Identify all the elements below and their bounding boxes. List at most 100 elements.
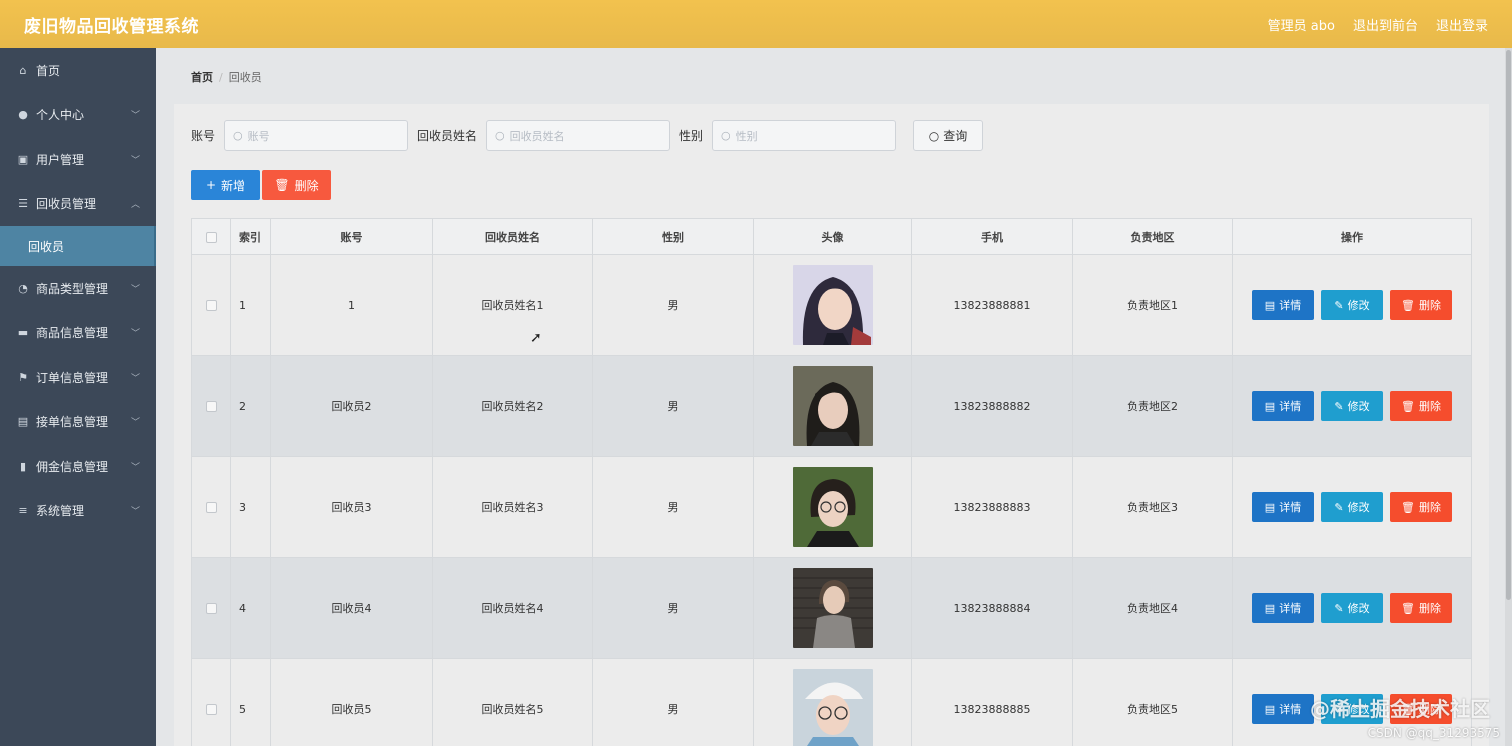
detail-button[interactable]: ▤ 详情 <box>1252 391 1314 421</box>
cell-phone: 13823888885 <box>911 658 1073 746</box>
sidebar-subitem-recycler[interactable]: 回收员 <box>0 226 156 266</box>
account-search-input[interactable]: ○ 账号 <box>224 120 409 151</box>
cell-gender: 男 <box>592 557 754 659</box>
table-row: 1 1 回收员姓名1 男 13823888881 负责地区1 ▤ 详情 ✎ 修改… <box>191 254 1472 356</box>
sidebar-item-personal-center[interactable]: ● 个人中心 ﹀ <box>0 93 156 138</box>
detail-label: 详情 <box>1279 703 1302 716</box>
breadcrumb-home[interactable]: 首页 <box>191 71 213 84</box>
row-checkbox[interactable] <box>205 502 217 513</box>
delete-button[interactable]: 🗑 删除 <box>1390 492 1452 522</box>
cell-avatar <box>753 557 912 659</box>
sidebar-item-user-management[interactable]: ▣ 用户管理 ﹀ <box>0 137 156 182</box>
cell-account: 回收员4 <box>270 557 433 659</box>
sidebar-item-commission-management[interactable]: ▮ 佣金信息管理 ﹀ <box>0 444 156 489</box>
search-icon: ○ <box>928 128 940 143</box>
detail-button[interactable]: ▤ 详情 <box>1252 694 1314 724</box>
scrollbar-thumb[interactable] <box>1506 50 1511 600</box>
plus-icon: + <box>205 178 217 192</box>
edit-icon: ✎ <box>1334 601 1344 615</box>
logout-link[interactable]: 退出登录 <box>1436 15 1488 34</box>
cell-gender: 男 <box>592 355 754 457</box>
sidebar-item-label: 个人中心 <box>36 108 85 123</box>
select-all-checkbox[interactable] <box>205 231 217 243</box>
row-checkbox[interactable] <box>205 704 217 715</box>
document-icon: ▤ <box>1264 702 1276 716</box>
header-gender[interactable]: 性别 <box>592 218 754 255</box>
sidebar-item-label: 接单信息管理 <box>36 415 109 430</box>
cell-index: 2 <box>230 355 271 457</box>
avatar-image[interactable] <box>792 265 873 345</box>
sidebar-item-product-type-management[interactable]: ◔ 商品类型管理 ﹀ <box>0 266 156 311</box>
row-checkbox[interactable] <box>205 401 217 412</box>
gender-placeholder: 性别 <box>735 129 758 143</box>
row-checkbox[interactable] <box>205 300 217 311</box>
cell-name: 回收员姓名4 <box>432 557 593 659</box>
row-checkbox[interactable] <box>205 603 217 614</box>
sidebar-item-product-info-management[interactable]: ▬ 商品信息管理 ﹀ <box>0 311 156 356</box>
stamp-icon: ▬ <box>17 326 29 340</box>
cell-name: 回收员姓名3 <box>432 456 593 558</box>
document-icon: ▤ <box>1264 601 1276 615</box>
sidebar-item-order-management[interactable]: ⚑ 订单信息管理 ﹀ <box>0 355 156 400</box>
sidebar-item-recycler-management[interactable]: ☰ 回收员管理 ︿ <box>0 182 156 227</box>
cell-index: 3 <box>230 456 271 558</box>
admin-user-link[interactable]: 管理员 abo <box>1268 15 1335 34</box>
page-scrollbar[interactable] <box>1505 48 1512 746</box>
cell-phone: 13823888881 <box>911 254 1073 356</box>
header-account[interactable]: 账号 <box>270 218 433 255</box>
header-avatar: 头像 <box>753 218 912 255</box>
avatar-image[interactable] <box>792 366 873 446</box>
mouse-cursor-icon: ➚ <box>530 330 542 346</box>
chevron-down-icon: ﹀ <box>130 155 140 166</box>
cell-ops: ▤ 详情 ✎ 修改 🗑 删除 <box>1232 355 1472 457</box>
watermark-sub: CSDN @qq_31293575 <box>1367 726 1500 740</box>
cell-account: 1 <box>270 254 433 356</box>
delete-button[interactable]: 🗑 删除 <box>1390 290 1452 320</box>
table-row: 2 回收员2 回收员姓名2 男 13823888882 负责地区2 ▤ 详情 ✎… <box>191 355 1472 457</box>
sidebar-item-label: 订单信息管理 <box>36 370 109 385</box>
edit-icon: ✎ <box>1334 399 1344 413</box>
search-icon: ○ <box>495 129 505 142</box>
edit-button[interactable]: ✎ 修改 <box>1321 290 1383 320</box>
recycler-name-label: 回收员姓名 <box>417 129 478 143</box>
exit-to-front-link[interactable]: 退出到前台 <box>1353 15 1418 34</box>
gender-search-input[interactable]: ○ 性别 <box>712 120 897 151</box>
row-select-cell <box>191 557 231 659</box>
query-button[interactable]: ○ 查询 <box>913 120 984 151</box>
recycler-name-search-input[interactable]: ○ 回收员姓名 <box>486 120 671 151</box>
action-bar: + 新增 🗑 删除 <box>191 170 331 200</box>
avatar-image[interactable] <box>792 669 873 746</box>
header-name[interactable]: 回收员姓名 <box>432 218 593 255</box>
cell-index: 5 <box>230 658 271 746</box>
delete-button[interactable]: 🗑 删除 <box>1390 593 1452 623</box>
batch-delete-button[interactable]: 🗑 删除 <box>262 170 331 200</box>
edit-button[interactable]: ✎ 修改 <box>1321 593 1383 623</box>
header-phone[interactable]: 手机 <box>911 218 1073 255</box>
avatar-image[interactable] <box>792 568 873 648</box>
detail-label: 详情 <box>1279 501 1302 514</box>
menu-icon: ≡ <box>18 504 28 518</box>
detail-button[interactable]: ▤ 详情 <box>1252 492 1314 522</box>
sidebar-item-home[interactable]: ⌂ 首页 <box>0 48 156 93</box>
edit-button[interactable]: ✎ 修改 <box>1321 391 1383 421</box>
breadcrumb-separator: / <box>219 71 223 84</box>
sidebar-item-label: 佣金信息管理 <box>36 459 109 474</box>
add-button[interactable]: + 新增 <box>191 170 260 200</box>
edit-label: 修改 <box>1347 602 1370 615</box>
breadcrumb: 首页 / 回收员 <box>191 69 262 85</box>
detail-button[interactable]: ▤ 详情 <box>1252 593 1314 623</box>
sidebar-item-order-taking-management[interactable]: ▤ 接单信息管理 ﹀ <box>0 400 156 445</box>
cell-account: 回收员5 <box>270 658 433 746</box>
sidebar-item-system-management[interactable]: ≡ 系统管理 ﹀ <box>0 489 156 534</box>
chevron-down-icon: ﹀ <box>130 284 140 295</box>
delete-button[interactable]: 🗑 删除 <box>1390 391 1452 421</box>
detail-button[interactable]: ▤ 详情 <box>1252 290 1314 320</box>
edit-button[interactable]: ✎ 修改 <box>1321 492 1383 522</box>
edit-label: 修改 <box>1347 400 1370 413</box>
header-region[interactable]: 负责地区 <box>1072 218 1233 255</box>
avatar-image[interactable] <box>792 467 873 547</box>
sidebar-item-label: 商品信息管理 <box>36 326 109 341</box>
gender-label: 性别 <box>679 129 704 143</box>
edit-icon: ✎ <box>1334 500 1344 514</box>
sliders-icon: ☰ <box>18 197 28 211</box>
